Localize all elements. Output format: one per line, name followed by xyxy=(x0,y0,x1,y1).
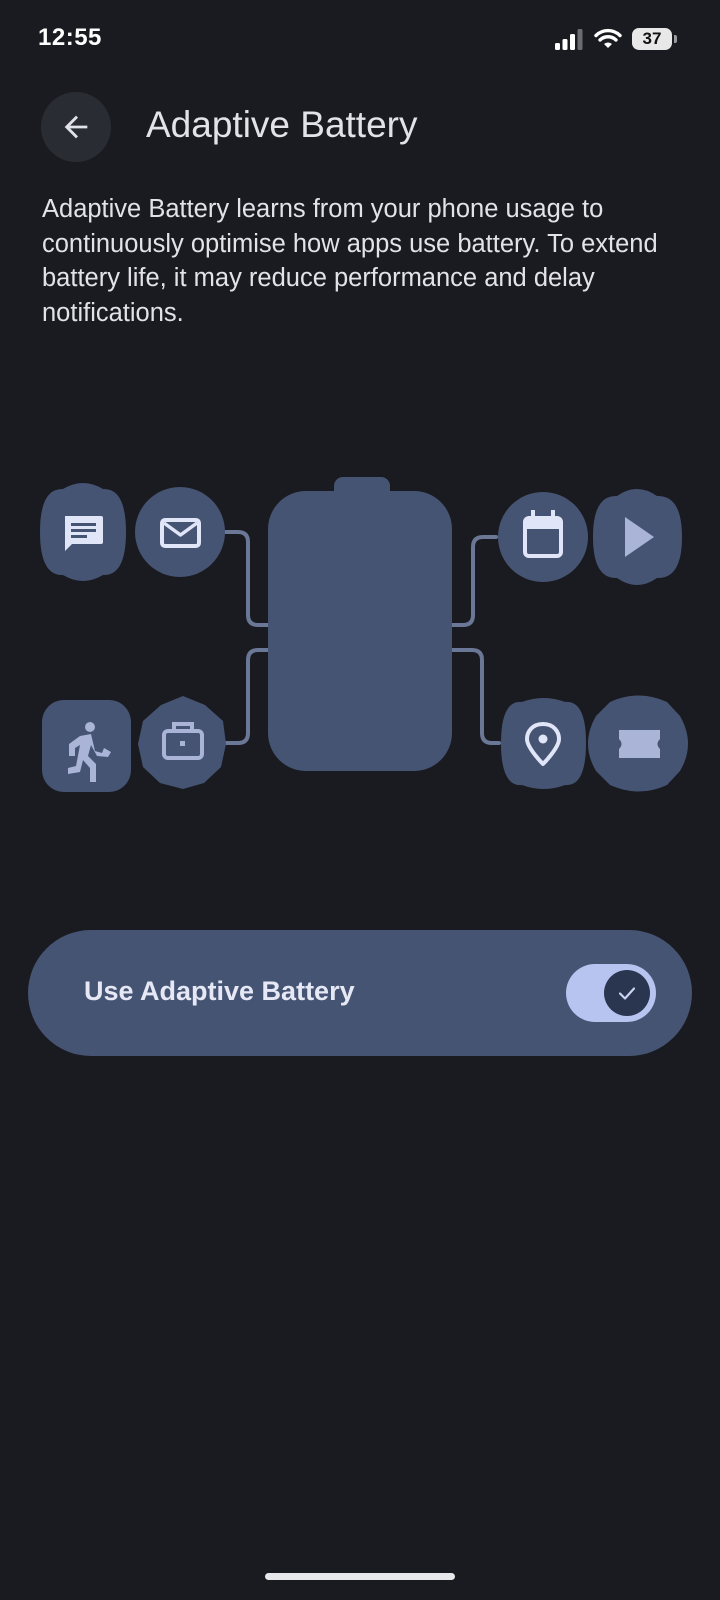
description: Adaptive Battery learns from your phone … xyxy=(42,195,658,327)
battery-level: 37 xyxy=(642,29,662,48)
status-icons: 37 xyxy=(554,26,677,52)
mail-icon xyxy=(135,487,225,577)
adaptive-battery-toggle-row[interactable]: Use Adaptive Battery xyxy=(28,930,692,1056)
adaptive-battery-switch[interactable] xyxy=(566,964,656,1022)
home-indicator[interactable] xyxy=(265,1573,455,1580)
check-icon xyxy=(618,987,636,1000)
status-bar: 12:55 37 xyxy=(0,0,720,80)
adaptive-battery-illustration xyxy=(40,477,688,792)
arrow-back-icon xyxy=(64,115,88,139)
switch-thumb xyxy=(604,970,650,1016)
ticket-icon xyxy=(588,695,688,792)
battery-icon xyxy=(268,477,452,771)
location-pin-icon xyxy=(501,698,586,789)
page-title: Adaptive Battery xyxy=(146,104,418,145)
message-icon xyxy=(40,483,126,581)
toggle-label: Use Adaptive Battery xyxy=(84,976,355,1006)
play-icon xyxy=(593,489,682,585)
wifi-icon xyxy=(594,28,622,48)
cellular-signal-icon xyxy=(555,29,583,50)
walking-icon xyxy=(42,700,131,792)
calendar-icon xyxy=(498,492,588,582)
battery-status-icon: 37 xyxy=(632,28,677,50)
status-time: 12:55 xyxy=(38,24,102,51)
back-button[interactable] xyxy=(41,92,111,162)
briefcase-icon xyxy=(138,696,226,789)
